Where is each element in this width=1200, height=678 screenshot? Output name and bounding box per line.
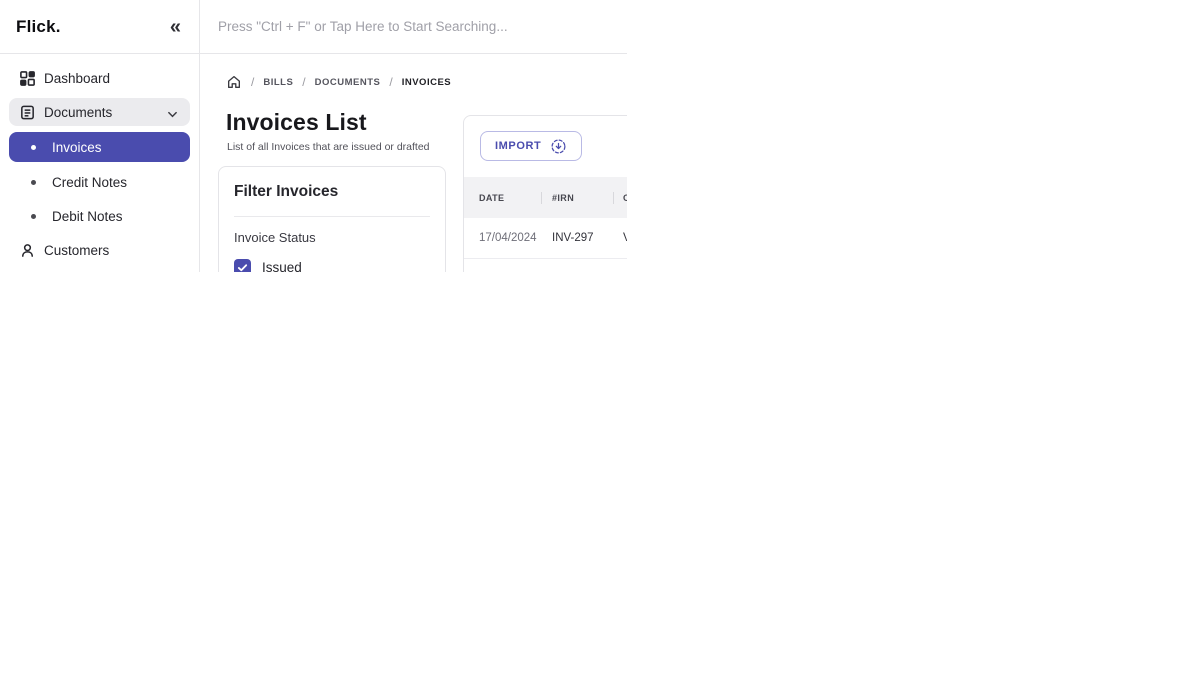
bullet-icon (31, 180, 36, 185)
main-area: Press "Ctrl + F" or Tap Here to Start Se… (200, 0, 627, 272)
import-button[interactable]: IMPORT (480, 131, 582, 161)
sidebar-item-label: Customers (44, 243, 109, 258)
left-column: Invoices List List of all Invoices that … (218, 103, 446, 272)
breadcrumb-separator: / (251, 75, 254, 89)
breadcrumb-separator: / (302, 75, 305, 89)
sidebar-item-label: Dashboard (44, 71, 110, 86)
import-button-label: IMPORT (495, 140, 541, 152)
sidebar-item-label: Debit Notes (52, 209, 123, 224)
sidebar-item-label: Credit Notes (52, 175, 127, 190)
sidebar-item-customers[interactable]: Customers (9, 236, 190, 264)
sidebar-item-label: Documents (44, 105, 112, 120)
sidebar-item-documents[interactable]: Documents (9, 98, 190, 126)
logo-bar: Flick. « (0, 0, 199, 54)
page-title: Invoices List (226, 109, 446, 136)
right-column: IMPORT DATE (463, 103, 627, 272)
home-icon[interactable] (226, 74, 242, 90)
issued-checkbox-label: Issued (262, 260, 302, 272)
chevron-down-icon (167, 107, 178, 125)
invoice-status-label: Invoice Status (234, 230, 430, 245)
breadcrumb: / BILLS / DOCUMENTS / INVOICES (226, 74, 627, 90)
dashboard-grid-icon (18, 69, 36, 87)
sidebar-nav: Dashboard Documents (0, 54, 199, 264)
sidebar: Flick. « Dashboard (0, 0, 200, 272)
app-logo: Flick. (16, 17, 61, 37)
breadcrumb-item-invoices: INVOICES (402, 77, 451, 88)
table-header: DATE #IRN C (464, 177, 627, 218)
filter-title: Filter Invoices (234, 183, 430, 201)
collapse-sidebar-icon[interactable]: « (170, 17, 181, 37)
bullet-icon (31, 145, 36, 150)
filter-panel: Filter Invoices Invoice Status Issued (218, 166, 446, 272)
filter-option-issued: Issued (234, 259, 430, 272)
breadcrumb-item-bills[interactable]: BILLS (263, 77, 293, 88)
page-subtitle: List of all Invoices that are issued or … (227, 141, 446, 153)
cell-date: 17/04/2024 (464, 232, 542, 244)
cell-irn: INV-297 (542, 232, 614, 244)
invoices-table-card: IMPORT DATE (463, 115, 627, 272)
page-content: / BILLS / DOCUMENTS / INVOICES Invoices … (200, 74, 627, 272)
sidebar-item-dashboard[interactable]: Dashboard (9, 64, 190, 92)
app-viewport: Flick. « Dashboard (0, 0, 627, 272)
issued-checkbox[interactable] (234, 259, 251, 272)
column-header-irn: #IRN (542, 193, 613, 203)
cell-clipped: V (614, 232, 627, 244)
person-icon (18, 241, 36, 259)
column-header-date: DATE (464, 193, 541, 203)
sidebar-item-debit-notes[interactable]: Debit Notes (9, 202, 190, 230)
column-header-clipped: C (614, 193, 627, 203)
search-placeholder: Press "Ctrl + F" or Tap Here to Start Se… (218, 19, 508, 34)
divider (234, 216, 430, 217)
sidebar-item-invoices[interactable]: Invoices (9, 132, 190, 162)
table-row[interactable]: 17/04/2024 INV-297 V (464, 218, 627, 259)
sidebar-item-credit-notes[interactable]: Credit Notes (9, 168, 190, 196)
import-download-icon (550, 138, 567, 155)
bullet-icon (31, 214, 36, 219)
breadcrumb-item-documents[interactable]: DOCUMENTS (315, 77, 381, 88)
document-icon (18, 103, 36, 121)
breadcrumb-separator: / (389, 75, 392, 89)
sidebar-item-label: Invoices (52, 140, 102, 155)
global-search-bar[interactable]: Press "Ctrl + F" or Tap Here to Start Se… (200, 0, 627, 54)
